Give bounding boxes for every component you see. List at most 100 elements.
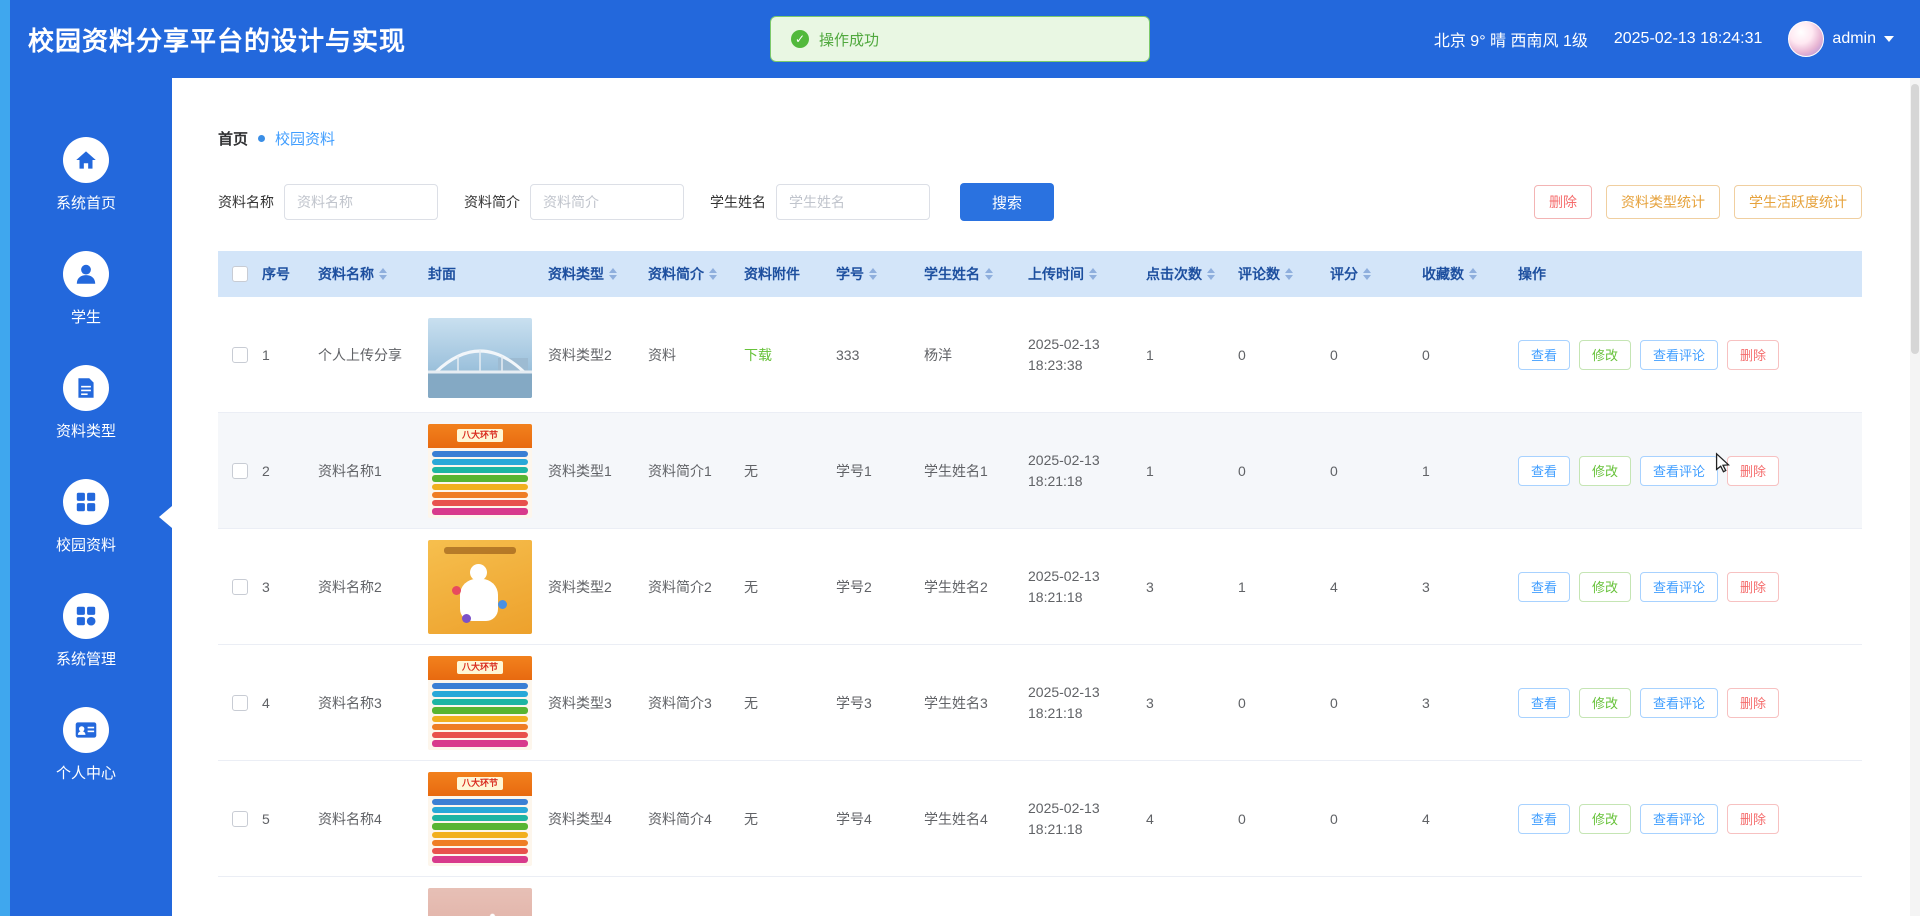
search-button[interactable]: 搜索 [960,183,1054,221]
view-button[interactable]: 查看 [1518,571,1571,602]
table-row: 5 资料名称4 八大环节 资料类型4 资料简介4 无 学号4 学生姓名4 202… [218,761,1862,877]
row-checkbox[interactable] [232,810,248,827]
view-comments-button[interactable]: 查看评论 [1640,571,1719,602]
edit-button[interactable]: 修改 [1579,803,1632,834]
edit-button[interactable]: 修改 [1579,339,1632,370]
student-name: 学生姓名2 [924,578,988,595]
delete-button[interactable]: 删除 [1727,687,1780,718]
sidebar-item-system-manage[interactable]: 系统管理 [0,574,172,688]
row-index: 2 [262,462,270,479]
system-manage-icon [63,593,109,639]
select-all-checkbox[interactable] [232,266,248,282]
delete-button[interactable]: 删除 [1727,339,1780,370]
row-checkbox[interactable] [232,346,248,363]
student-name: 学生姓名3 [924,694,988,711]
edit-button[interactable]: 修改 [1579,571,1632,602]
column-header-rating: 评分 [1330,264,1422,284]
row-index: 4 [262,694,270,711]
sidebar-item-user-center[interactable]: 个人中心 [0,688,172,802]
app-header: 校园资料分享平台的设计与实现 ✓ 操作成功 北京 9° 晴 西南风 1级 202… [0,0,1920,78]
column-header-actions: 操作 [1518,266,1546,282]
comments-count: 0 [1238,346,1246,363]
delete-button[interactable]: 删除 [1727,455,1780,486]
breadcrumb-home[interactable]: 首页 [218,128,248,149]
view-button[interactable]: 查看 [1518,455,1571,486]
material-name: 资料名称1 [318,462,382,479]
row-index: 5 [262,810,270,827]
sort-icon[interactable] [985,268,993,280]
material-type: 资料类型2 [548,346,612,363]
student-activity-stats-button[interactable]: 学生活跃度统计 [1734,185,1862,219]
view-comments-button[interactable]: 查看评论 [1640,687,1719,718]
vertical-scrollbar [1910,78,1920,916]
row-index: 1 [262,346,270,363]
intro-filter-input[interactable] [530,184,684,220]
success-toast: ✓ 操作成功 [770,16,1150,62]
student-no: 学号3 [836,694,872,711]
column-header-student-no: 学号 [836,264,924,284]
material-intro: 资料简介1 [648,462,712,479]
table-row [218,877,1862,916]
breadcrumb-current[interactable]: 校园资料 [275,128,335,149]
student-no: 学号4 [836,810,872,827]
edit-button[interactable]: 修改 [1579,455,1632,486]
row-checkbox[interactable] [232,694,248,711]
sort-icon[interactable] [379,268,387,280]
delete-button[interactable]: 删除 [1727,571,1780,602]
sidebar-item-home[interactable]: 系统首页 [0,118,172,232]
attachment-text: 无 [744,810,758,827]
type-stats-button[interactable]: 资料类型统计 [1606,185,1720,219]
student-filter-input[interactable] [776,184,930,220]
material-intro: 资料简介4 [648,810,712,827]
column-header-upload-time: 上传时间 [1028,264,1146,285]
check-circle-icon: ✓ [791,30,809,48]
row-checkbox[interactable] [232,462,248,479]
scrollbar-thumb[interactable] [1911,84,1919,354]
user-menu[interactable]: admin [1788,21,1894,57]
bulk-delete-button[interactable]: 删除 [1534,185,1592,219]
intro-filter-label: 资料简介 [464,194,520,210]
name-filter-input[interactable] [284,184,438,220]
datetime-text: 2025-02-13 18:24:31 [1613,30,1763,47]
view-button[interactable]: 查看 [1518,803,1571,834]
material-name: 资料名称2 [318,578,382,595]
sort-icon[interactable] [1469,268,1477,280]
sort-icon[interactable] [869,268,877,280]
sidebar-item-students[interactable]: 学生 [0,232,172,346]
material-type: 资料类型2 [548,578,612,595]
cover-image [428,888,532,916]
sidebar-item-material-type[interactable]: 资料类型 [0,346,172,460]
campus-material-icon [63,479,109,525]
table-header-row: 序号 资料名称 封面 资料类型 资料简介 资料附件 学号 学生姓名 上传时间 点… [218,251,1862,297]
material-intro: 资料简介2 [648,578,712,595]
avatar[interactable] [1788,21,1825,57]
material-intro: 资料 [648,346,676,363]
sidebar-item-campus-material[interactable]: 校园资料 [0,460,172,574]
view-button[interactable]: 查看 [1518,687,1571,718]
view-comments-button[interactable]: 查看评论 [1640,455,1719,486]
name-filter-label: 资料名称 [218,194,274,210]
view-comments-button[interactable]: 查看评论 [1640,803,1719,834]
sort-icon[interactable] [1285,268,1293,280]
edit-button[interactable]: 修改 [1579,687,1632,718]
page-title: 校园资料分享平台的设计与实现 [28,25,407,56]
view-button[interactable]: 查看 [1518,339,1571,370]
download-link[interactable]: 下载 [744,347,772,363]
sort-icon[interactable] [1207,268,1215,280]
sort-icon[interactable] [1089,268,1097,280]
comments-count: 0 [1238,462,1246,479]
sort-icon[interactable] [709,268,717,280]
material-type: 资料类型4 [548,810,612,827]
cover-title: 八大环节 [456,429,503,442]
breadcrumb-separator-dot [258,135,266,142]
cover-title: 八大环节 [456,777,503,790]
cover-image: 八大环节 [428,771,532,866]
delete-button[interactable]: 删除 [1727,803,1780,834]
attachment-text: 无 [744,462,758,479]
sort-icon[interactable] [1363,268,1371,280]
table-row: 4 资料名称3 八大环节 资料类型3 资料简介3 无 学号3 学生姓名3 202… [218,645,1862,761]
row-checkbox[interactable] [232,578,248,595]
sort-icon[interactable] [609,268,617,280]
view-comments-button[interactable]: 查看评论 [1640,339,1719,370]
rating-value: 4 [1330,578,1338,595]
